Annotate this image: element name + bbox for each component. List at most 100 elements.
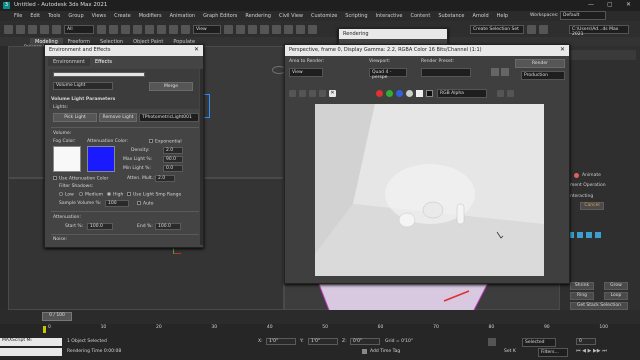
tab-environment[interactable]: Environment <box>48 58 90 66</box>
toggle-ui-overlay-icon[interactable] <box>497 90 504 97</box>
production-dropdown[interactable]: Production <box>521 71 565 80</box>
mirror-icon[interactable] <box>527 24 536 34</box>
snap-toggle-icon[interactable] <box>260 24 269 34</box>
mono-icon[interactable] <box>416 90 423 97</box>
menu-animation[interactable]: Animation <box>170 13 196 19</box>
menu-tools[interactable]: Tools <box>48 13 60 19</box>
maxscript-mini-2[interactable] <box>0 348 62 356</box>
remove-light-button[interactable]: Remove Light <box>99 113 137 122</box>
menu-interactive[interactable]: Interactive <box>376 13 403 19</box>
green-channel-icon[interactable] <box>386 90 393 97</box>
maxscript-listener[interactable]: MAXScript Mi <box>0 338 62 346</box>
scale-icon[interactable] <box>169 24 178 34</box>
auto-key-icon[interactable] <box>488 338 496 346</box>
move-icon[interactable] <box>145 24 154 34</box>
alpha-channel-icon[interactable] <box>406 90 413 97</box>
rendered-image[interactable] <box>315 104 544 276</box>
area-to-render-dropdown[interactable]: View <box>289 68 323 77</box>
select-by-name-icon[interactable] <box>109 24 118 34</box>
ring-button[interactable]: Ring <box>570 292 594 300</box>
workspaces-dropdown[interactable]: Default <box>560 11 606 20</box>
select-object-icon[interactable] <box>97 24 106 34</box>
clear-icon[interactable]: ✕ <box>329 90 336 97</box>
time-slider-bar[interactable]: 0 / 100 <box>0 310 640 324</box>
angle-snap-icon[interactable] <box>272 24 281 34</box>
copy-image-icon[interactable] <box>299 90 306 97</box>
placement-icon[interactable] <box>181 24 190 34</box>
menu-rendering[interactable]: Rendering <box>245 13 271 19</box>
density-spinner[interactable]: 2.0 <box>163 147 183 154</box>
menu-civil-view[interactable]: Civil View <box>279 13 303 19</box>
menu-content[interactable]: Content <box>410 13 430 19</box>
menu-edit[interactable]: Edit <box>30 13 40 19</box>
rect-select-icon[interactable] <box>121 24 130 34</box>
menu-create[interactable]: Create <box>114 13 131 19</box>
grow-button[interactable]: Grow <box>604 282 628 290</box>
key-filters-button[interactable]: Filters... <box>538 348 568 357</box>
time-slider-thumb[interactable]: 0 / 100 <box>42 312 72 321</box>
red-channel-icon[interactable] <box>376 90 383 97</box>
named-selection-dropdown[interactable]: Create Selection Set <box>470 24 524 34</box>
medium-radio[interactable]: Medium <box>79 192 103 198</box>
set-key-button[interactable]: Set K <box>504 349 516 354</box>
menu-group[interactable]: Group <box>68 13 83 19</box>
auto-checkbox[interactable]: Auto <box>137 201 153 207</box>
menu-views[interactable]: Views <box>92 13 106 19</box>
use-atten-color-checkbox[interactable]: Use Attenuation Color <box>53 176 108 182</box>
reference-coord-dropdown[interactable]: View <box>193 24 221 34</box>
add-time-tag[interactable]: Add Time Tag <box>370 349 400 354</box>
pick-light-button[interactable]: Pick Light <box>53 113 97 122</box>
clone-frame-icon[interactable] <box>309 90 316 97</box>
max-light-spinner[interactable]: 90.0 <box>163 156 183 163</box>
render-setup-icon[interactable] <box>491 68 499 76</box>
low-radio[interactable]: Low <box>59 192 74 198</box>
end-spinner[interactable]: 100.0 <box>155 223 181 230</box>
menu-graph-editors[interactable]: Graph Editors <box>203 13 237 19</box>
viewport-dropdown[interactable]: Quad 4 - perspe <box>369 68 407 80</box>
track-bar[interactable]: 0 10 20 30 40 50 60 70 80 90 100 <box>0 324 640 336</box>
render-frame-close-icon[interactable]: ✕ <box>560 46 565 53</box>
rollout-header[interactable]: Volume Light Parameters <box>51 97 115 102</box>
project-path-field[interactable]: C:\Users\Ad...ds Max 2021 <box>569 24 629 37</box>
loop-button[interactable]: Loop <box>604 292 628 300</box>
tab-effects[interactable]: Effects <box>89 58 117 66</box>
pivot-icon[interactable] <box>224 24 233 34</box>
x-coord-field[interactable]: 1'0" <box>266 338 296 345</box>
keyboard-shortcut-icon[interactable] <box>248 24 257 34</box>
channel-display-dropdown[interactable]: RGB Alpha <box>437 89 487 98</box>
get-stack-selection-button[interactable]: Get Stack Selection <box>570 302 628 310</box>
add-time-tag-icon[interactable] <box>362 349 367 354</box>
high-radio[interactable]: High <box>107 192 123 198</box>
render-preset-dropdown[interactable] <box>421 68 471 77</box>
percent-snap-icon[interactable] <box>284 24 293 34</box>
atten-color-swatch[interactable] <box>87 146 115 172</box>
maximize-button[interactable]: ▢ <box>607 1 613 8</box>
current-frame-field[interactable]: 0 <box>576 338 596 345</box>
edit-named-sel-icon[interactable] <box>308 24 317 34</box>
window-crossing-icon[interactable] <box>133 24 142 34</box>
blue-channel-icon[interactable] <box>396 90 403 97</box>
atten-mult-spinner[interactable]: 2.0 <box>155 175 175 182</box>
minimize-button[interactable]: — <box>588 1 594 8</box>
merge-button[interactable]: Merge <box>149 82 193 91</box>
print-icon[interactable] <box>319 90 326 97</box>
environment-icon[interactable] <box>501 68 509 76</box>
cancel-button[interactable]: Cancel <box>580 202 604 210</box>
menu-help[interactable]: Help <box>497 13 508 19</box>
selection-filter-dropdown[interactable]: All <box>64 24 94 34</box>
render-button[interactable]: Render <box>515 59 565 68</box>
redo-icon[interactable] <box>16 24 25 34</box>
dialog-scrollbar[interactable] <box>200 69 203 245</box>
close-button[interactable]: ✕ <box>626 1 631 8</box>
color-swatch-icon[interactable] <box>426 90 433 97</box>
menu-customize[interactable]: Customize <box>311 13 337 19</box>
y-coord-field[interactable]: 1'0" <box>308 338 338 345</box>
shrink-button[interactable]: Shrink <box>570 282 594 290</box>
animate-checkbox[interactable] <box>574 173 579 178</box>
align-icon[interactable] <box>539 24 548 34</box>
menu-substance[interactable]: Substance <box>438 13 464 19</box>
exponential-checkbox[interactable]: Exponential <box>149 139 182 145</box>
key-mode-dropdown[interactable]: Selected <box>522 338 556 347</box>
start-spinner[interactable]: 100.0 <box>87 223 113 230</box>
spinner-snap-icon[interactable] <box>296 24 305 34</box>
